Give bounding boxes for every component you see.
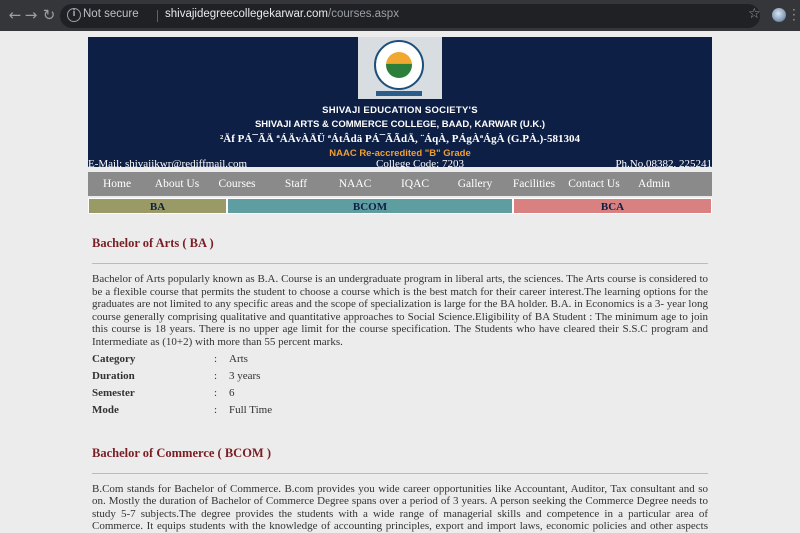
courses-content: Bachelor of Arts ( BA ) Bachelor of Arts… xyxy=(88,236,712,533)
nav-courses[interactable]: Courses xyxy=(216,172,258,196)
nav-facilities[interactable]: Facilities xyxy=(512,172,556,196)
detail-colon: : xyxy=(214,369,218,382)
society-name: SHIVAJI EDUCATION SOCIETY'S xyxy=(322,105,478,116)
logo-emblem xyxy=(386,52,412,78)
nav-staff[interactable]: Staff xyxy=(278,172,314,196)
detail-value: 6 xyxy=(229,386,235,399)
ba-divider xyxy=(92,263,708,264)
nav-admin-login[interactable]: Admin Login xyxy=(624,172,684,214)
college-name-kannada: ²Äf PÁ¯ÃÄ ªÁÄvÀÄÜ ªÁtÂdä PÁ¯ÃÃdÄ, ¨ÁqÀ, … xyxy=(220,133,580,145)
detail-row: Category: Arts xyxy=(92,353,708,370)
nav-naac[interactable]: NAAC xyxy=(334,172,376,196)
bookmark-star-icon[interactable]: ☆ xyxy=(748,6,761,22)
url-host: shivajidegreecollegekarwar.com xyxy=(165,8,328,20)
logo-banner xyxy=(376,91,422,96)
detail-row: Mode: Full Time xyxy=(92,404,708,421)
nav-gallery[interactable]: Gallery xyxy=(454,172,496,196)
security-label: Not secure xyxy=(83,8,139,20)
info-icon[interactable]: i xyxy=(67,8,81,22)
tab-bca[interactable]: BCA xyxy=(513,198,712,214)
nav-about-us[interactable]: About Us xyxy=(154,172,200,196)
nav-home[interactable]: Home xyxy=(96,172,138,196)
tab-ba[interactable]: BA xyxy=(88,198,227,214)
web-page: SHIVAJI EDUCATION SOCIETY'S SHIVAJI ARTS… xyxy=(0,31,800,533)
bcom-title: Bachelor of Commerce ( BCOM ) xyxy=(92,445,271,460)
detail-colon: : xyxy=(214,352,218,365)
contact-bar: E-Mail: shivajikwr@rediffmail.com Colleg… xyxy=(88,158,712,170)
site-header: SHIVAJI EDUCATION SOCIETY'S SHIVAJI ARTS… xyxy=(88,37,712,170)
detail-key: Duration xyxy=(92,369,135,382)
program-tabs: BA BCOM BCA xyxy=(88,198,712,214)
detail-colon: : xyxy=(214,403,218,416)
nav-contact-us[interactable]: Contact Us xyxy=(568,172,620,196)
detail-value: Full Time xyxy=(229,403,273,416)
detail-value: 3 years xyxy=(229,369,261,382)
forward-arrow-icon[interactable]: → xyxy=(22,6,40,24)
ba-description: Bachelor of Arts popularly known as B.A.… xyxy=(92,273,708,348)
tab-bcom[interactable]: BCOM xyxy=(227,198,513,214)
detail-colon: : xyxy=(214,386,218,399)
profile-avatar[interactable] xyxy=(772,8,786,22)
browser-toolbar: ← → ↻ i Not secure shivajidegreecollegek… xyxy=(0,0,800,31)
detail-value: Arts xyxy=(229,352,248,365)
college-name: SHIVAJI ARTS & COMMERCE COLLEGE, BAAD, K… xyxy=(254,119,546,130)
detail-row: Duration:3 years xyxy=(92,370,708,387)
main-nav: Home About Us Courses Staff NAAC IQAC Ga… xyxy=(88,172,712,214)
reload-icon[interactable]: ↻ xyxy=(40,6,58,24)
address-bar[interactable]: i Not secure shivajidegreecollegekarwar.… xyxy=(60,4,760,28)
ba-title: Bachelor of Arts ( BA ) xyxy=(92,236,214,250)
address-divider xyxy=(157,10,158,22)
college-code: College Code: 7203 xyxy=(376,158,464,170)
nav-iqac[interactable]: IQAC xyxy=(394,172,436,196)
college-logo xyxy=(358,37,442,99)
page-container: SHIVAJI EDUCATION SOCIETY'S SHIVAJI ARTS… xyxy=(88,37,712,533)
bcom-description: B.Com stands for Bachelor of Commerce. B… xyxy=(92,482,708,533)
url-path: /courses.aspx xyxy=(328,8,399,20)
phone-number: Ph.No.08382, 225241 xyxy=(615,158,712,170)
detail-row: Semester:6 xyxy=(92,387,708,404)
menu-kebab-icon[interactable]: · · · xyxy=(792,4,796,26)
detail-key: Mode xyxy=(92,403,119,416)
detail-key: Semester xyxy=(92,386,135,399)
url-text[interactable]: shivajidegreecollegekarwar.com/courses.a… xyxy=(165,8,399,20)
ba-details: Category: Arts Duration:3 years Semester:… xyxy=(92,353,708,421)
detail-key: Category xyxy=(92,352,136,365)
email-text: E-Mail: shivajikwr@rediffmail.com xyxy=(88,158,248,170)
bcom-divider xyxy=(92,472,708,474)
